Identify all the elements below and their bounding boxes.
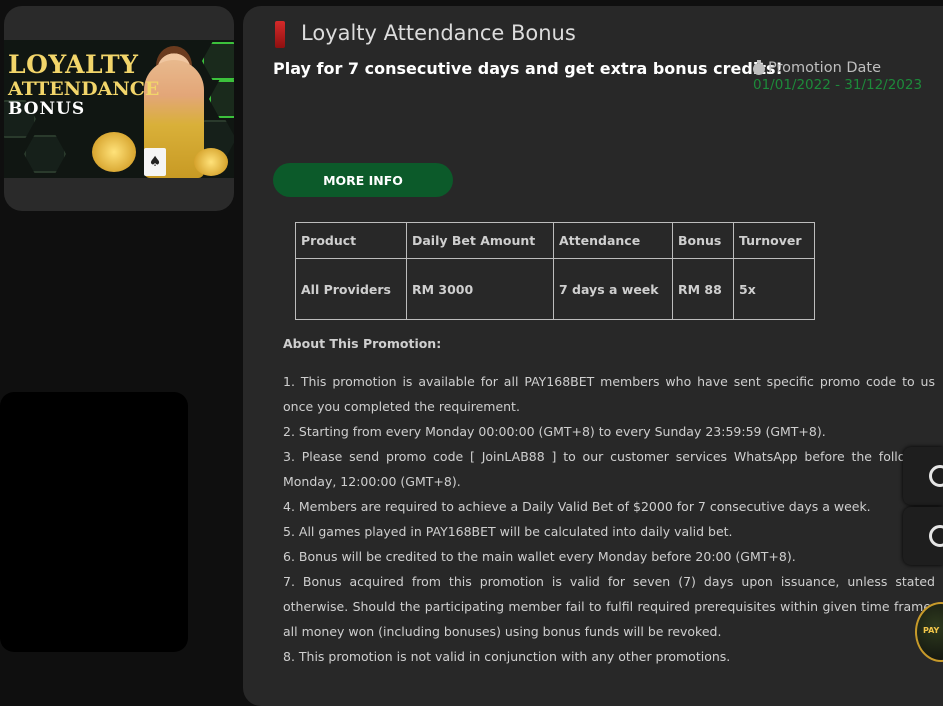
bonus-table: Product Daily Bet Amount Attendance Bonu…: [295, 222, 815, 320]
terms-list: 1. This promotion is available for all P…: [283, 369, 935, 669]
customer-service-tab[interactable]: [903, 447, 943, 505]
terms-item: 8. This promotion is not valid in conjun…: [283, 649, 731, 664]
hex-decoration: [202, 42, 234, 80]
hex-decoration: [24, 135, 66, 173]
table-header-daily-bet: Daily Bet Amount: [406, 222, 554, 259]
gold-coins: [194, 148, 228, 176]
promo-banner-image[interactable]: ♠ LOYALTY ATTENDANCE BONUS: [4, 40, 234, 178]
terms-item: 1. This promotion is available for all P…: [283, 374, 935, 414]
terms-item: 4. Members are required to achieve a Dai…: [283, 499, 871, 514]
whatsapp-icon: [929, 525, 943, 547]
promotion-date-label: Promotion Date: [753, 60, 881, 76]
table-row: All Providers RM 3000 7 days a week RM 8…: [295, 258, 815, 320]
table-cell-bonus: RM 88: [672, 258, 734, 320]
terms-item: 6. Bonus will be credited to the main wa…: [283, 549, 796, 564]
side-panel: [0, 392, 188, 652]
promotion-title: Loyalty Attendance Bonus: [301, 21, 576, 45]
table-header-row: Product Daily Bet Amount Attendance Bonu…: [295, 222, 815, 259]
table-cell-daily-bet: RM 3000: [406, 258, 554, 320]
title-marker: [275, 21, 285, 48]
more-info-button[interactable]: MORE INFO: [273, 163, 453, 197]
terms-item: 2. Starting from every Monday 00:00:00 (…: [283, 424, 826, 439]
promotion-subtitle: Play for 7 consecutive days and get extr…: [273, 59, 783, 78]
promotion-date-range: 01/01/2022 - 31/12/2023: [753, 77, 923, 93]
table-header-bonus: Bonus: [672, 222, 734, 259]
playing-card-icon: ♠: [144, 148, 166, 176]
table-header-product: Product: [295, 222, 407, 259]
banner-title-line1: LOYALTY: [8, 50, 139, 79]
about-heading: About This Promotion:: [283, 336, 442, 351]
terms-item: 3. Please send promo code [ JoinLAB88 ] …: [283, 449, 935, 489]
whatsapp-tab[interactable]: [903, 507, 943, 565]
headset-icon: [929, 465, 943, 487]
terms-item: 7. Bonus acquired from this promotion is…: [283, 574, 935, 639]
gold-coins: [92, 132, 136, 172]
table-cell-attendance: 7 days a week: [553, 258, 673, 320]
terms-item: 5. All games played in PAY168BET will be…: [283, 524, 733, 539]
table-cell-turnover: 5x: [733, 258, 815, 320]
table-header-attendance: Attendance: [553, 222, 673, 259]
promo-thumbnail-card[interactable]: ♠ LOYALTY ATTENDANCE BONUS: [4, 6, 234, 211]
banner-title-line2: ATTENDANCE: [8, 78, 160, 100]
logo-text: PAY: [923, 626, 940, 635]
table-cell-product: All Providers: [295, 258, 407, 320]
table-header-turnover: Turnover: [733, 222, 815, 259]
banner-title-line3: BONUS: [8, 99, 86, 119]
stopwatch-icon: [753, 60, 765, 75]
promotion-date-label-text: Promotion Date: [768, 60, 882, 76]
hex-decoration: [209, 80, 234, 118]
